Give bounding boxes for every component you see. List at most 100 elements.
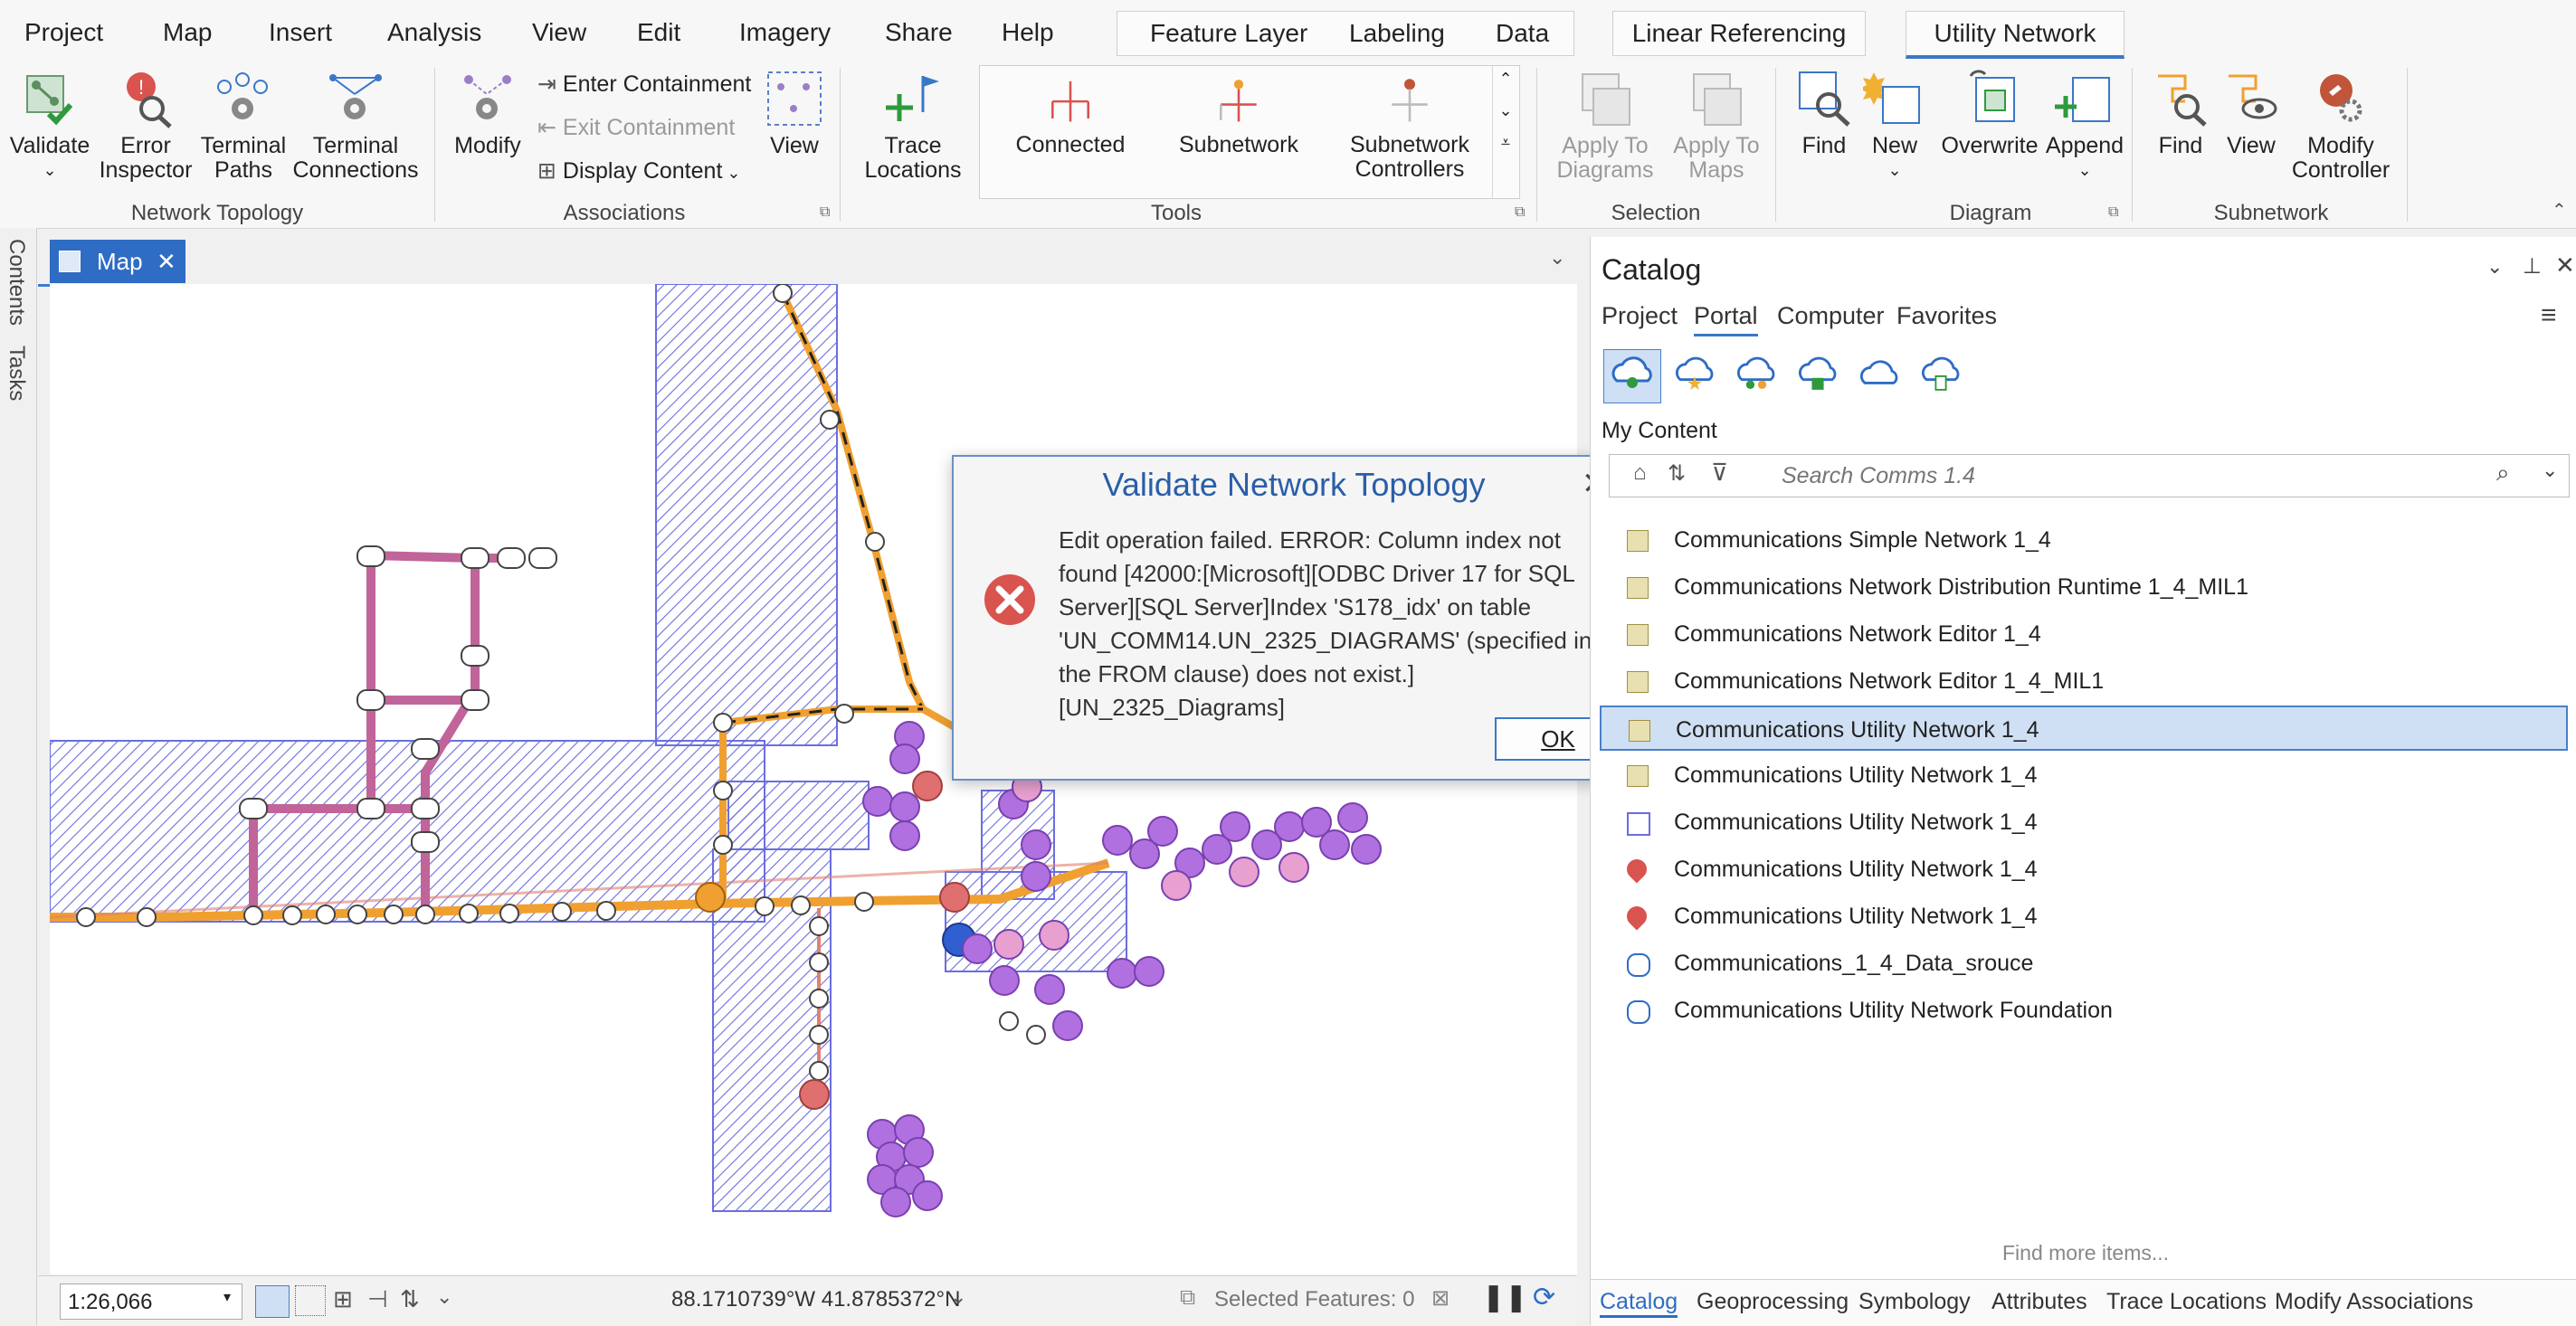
chevron-up-icon[interactable]: ⌃ — [1493, 70, 1518, 89]
gallery-scroll[interactable]: ⌃ ⌄ ⩡ — [1492, 66, 1518, 198]
catalog-tab-project[interactable]: Project — [1602, 302, 1678, 330]
modify-associations-button[interactable]: Modify — [447, 67, 528, 158]
list-item[interactable]: Communications Utility Network 1_4 — [1600, 800, 2568, 845]
menu-insert[interactable]: Insert — [269, 18, 332, 47]
list-item[interactable]: Communications Utility Network 1_4 — [1600, 894, 2568, 939]
menu-share[interactable]: Share — [885, 18, 953, 47]
chevron-down-icon[interactable]: ⌄ — [1493, 101, 1518, 120]
refresh-icon[interactable]: ⟳ — [1533, 1282, 1555, 1313]
list-item[interactable]: Communications_1_4_Data_srouce — [1600, 941, 2568, 986]
enter-containment-button[interactable]: ⇥ Enter Containment — [537, 71, 751, 98]
pin-icon[interactable]: ⊥ — [2523, 253, 2542, 279]
pause-icon[interactable]: ❚❚ — [1482, 1282, 1527, 1313]
search-input[interactable] — [1780, 460, 2489, 491]
home-icon[interactable]: ⌂ — [1633, 460, 1647, 486]
filter-icon[interactable]: ⊠ — [1431, 1285, 1450, 1312]
correction-icon[interactable]: ⊣ — [367, 1285, 388, 1313]
menu-project[interactable]: Project — [24, 18, 103, 47]
menu-edit[interactable]: Edit — [637, 18, 680, 47]
bottom-tab-symbology[interactable]: Symbology — [1858, 1289, 1971, 1315]
tab-map[interactable]: Map ✕ — [50, 240, 185, 283]
find-more-items-link[interactable]: Find more items... — [2002, 1241, 2169, 1265]
list-item[interactable]: Communications Utility Network 1_4 — [1600, 847, 2568, 892]
bottom-tab-trace-locations[interactable]: Trace Locations — [2106, 1289, 2267, 1315]
filter-icon[interactable]: ⊽ — [1711, 459, 1728, 487]
list-item[interactable]: Communications Utility Network Foundatio… — [1600, 988, 2568, 1033]
menu-icon[interactable]: ≡ — [2541, 300, 2557, 331]
tab-utility-network[interactable]: Utility Network — [1906, 11, 2124, 59]
display-content-button[interactable]: ⊞ Display Content ⌄ — [537, 157, 740, 185]
list-item[interactable]: Communications Network Editor 1_4_MIL1 — [1600, 658, 2568, 704]
dialog-launcher-icon[interactable]: ⧉ — [1515, 204, 1525, 221]
menu-help[interactable]: Help — [1002, 18, 1054, 47]
tab-feature-layer[interactable]: Feature Layer — [1150, 12, 1307, 55]
menu-view[interactable]: View — [532, 18, 586, 47]
terminal-paths-button[interactable]: Terminal Paths — [194, 67, 293, 183]
subnetwork-controllers-trace-button[interactable]: Subnetwork Controllers — [1324, 75, 1496, 182]
table-grid-icon[interactable] — [295, 1285, 326, 1316]
terminal-connections-button[interactable]: Terminal Connections — [291, 67, 420, 183]
living-atlas-icon[interactable] — [1915, 349, 1967, 402]
diagram-find-button[interactable]: Find — [1788, 67, 1860, 158]
search-icon[interactable]: ⌕ — [2496, 459, 2510, 488]
tab-data[interactable]: Data — [1496, 12, 1549, 55]
validate-button[interactable]: Validate ⌄ — [9, 67, 90, 183]
catalog-tab-favorites[interactable]: Favorites — [1896, 302, 1997, 330]
sort-icon[interactable]: ⇅ — [1668, 460, 1686, 487]
list-item[interactable]: Communications Simple Network 1_4 — [1600, 517, 2568, 563]
menu-map[interactable]: Map — [163, 18, 212, 47]
list-item[interactable]: Communications Network Distribution Runt… — [1600, 564, 2568, 610]
list-item[interactable]: Communications Network Editor 1_4 — [1600, 611, 2568, 657]
chevron-down-icon[interactable]: ⌄ — [2542, 459, 2558, 482]
snapping-icon[interactable]: ⊞ — [333, 1285, 353, 1313]
gallery-expand-icon[interactable]: ⩡ — [1493, 133, 1518, 152]
bottom-tab-attributes[interactable]: Attributes — [1991, 1289, 2087, 1315]
modify-controller-button[interactable]: Modify Controller — [2282, 67, 2400, 183]
diagram-new-button[interactable]: New ⌄ — [1858, 67, 1931, 183]
apply-to-diagrams-button[interactable]: Apply To Diagrams — [1547, 67, 1663, 183]
subnetwork-view-button[interactable]: View — [2215, 67, 2287, 158]
exit-containment-button[interactable]: ⇤ Exit Containment — [537, 114, 735, 141]
trace-locations-button[interactable]: Trace Locations — [854, 67, 972, 183]
scale-selector[interactable]: 1:26,066 ▾ — [60, 1283, 242, 1320]
grid-snap-icon[interactable] — [255, 1285, 290, 1318]
close-icon[interactable]: ✕ — [157, 240, 176, 283]
subnetwork-find-button[interactable]: Find — [2144, 67, 2217, 158]
diagram-overwrite-button[interactable]: Overwrite — [1936, 67, 2043, 158]
connected-trace-button[interactable]: Connected — [989, 75, 1152, 157]
chevron-down-icon[interactable]: ⌄ — [1549, 246, 1565, 270]
close-icon[interactable]: ✕ — [2555, 251, 2575, 279]
my-organization-icon[interactable] — [1792, 349, 1844, 402]
subnetwork-trace-button[interactable]: Subnetwork — [1157, 75, 1320, 157]
display-content-icon: ⊞ — [537, 158, 563, 184]
list-item-selected[interactable]: Communications Utility Network 1_4 — [1600, 706, 2568, 751]
menu-imagery[interactable]: Imagery — [739, 18, 831, 47]
list-item[interactable]: Communications Utility Network 1_4 — [1600, 753, 2568, 798]
chevron-down-icon[interactable]: ⌄ — [436, 1285, 452, 1309]
my-groups-icon[interactable] — [1730, 349, 1782, 402]
my-content-icon[interactable] — [1603, 349, 1661, 403]
tab-linear-referencing[interactable]: Linear Referencing — [1612, 11, 1866, 56]
catalog-tab-computer[interactable]: Computer — [1777, 302, 1885, 330]
bottom-tab-geoprocessing[interactable]: Geoprocessing — [1697, 1289, 1849, 1315]
tab-contents[interactable]: Contents — [4, 239, 29, 326]
view-associations-button[interactable]: View — [758, 67, 831, 158]
north-arrow-icon[interactable]: ⇅ — [400, 1285, 420, 1313]
bottom-tab-catalog[interactable]: Catalog — [1600, 1289, 1678, 1318]
tab-tasks[interactable]: Tasks — [4, 346, 29, 401]
tab-labeling[interactable]: Labeling — [1349, 12, 1445, 55]
subnetwork-view-icon — [2229, 74, 2277, 119]
apply-to-maps-button[interactable]: Apply To Maps — [1663, 67, 1770, 183]
arcgis-online-icon[interactable] — [1853, 349, 1906, 402]
chevron-down-icon[interactable]: ⌄ — [950, 1285, 966, 1309]
collapse-ribbon-icon[interactable]: ⌃ — [2552, 199, 2567, 222]
bottom-tab-modify-associations[interactable]: Modify Associations — [2275, 1289, 2474, 1315]
menu-analysis[interactable]: Analysis — [387, 18, 481, 47]
dialog-launcher-icon[interactable]: ⧉ — [2108, 204, 2118, 221]
my-favorites-icon[interactable]: ★ — [1668, 349, 1721, 402]
dialog-launcher-icon[interactable]: ⧉ — [820, 204, 830, 221]
diagram-append-button[interactable]: Append ⌄ — [2039, 67, 2130, 183]
chevron-down-icon[interactable]: ⌄ — [2486, 255, 2503, 279]
error-inspector-button[interactable]: ! Error Inspector — [96, 67, 195, 183]
catalog-tab-portal[interactable]: Portal — [1694, 302, 1758, 336]
